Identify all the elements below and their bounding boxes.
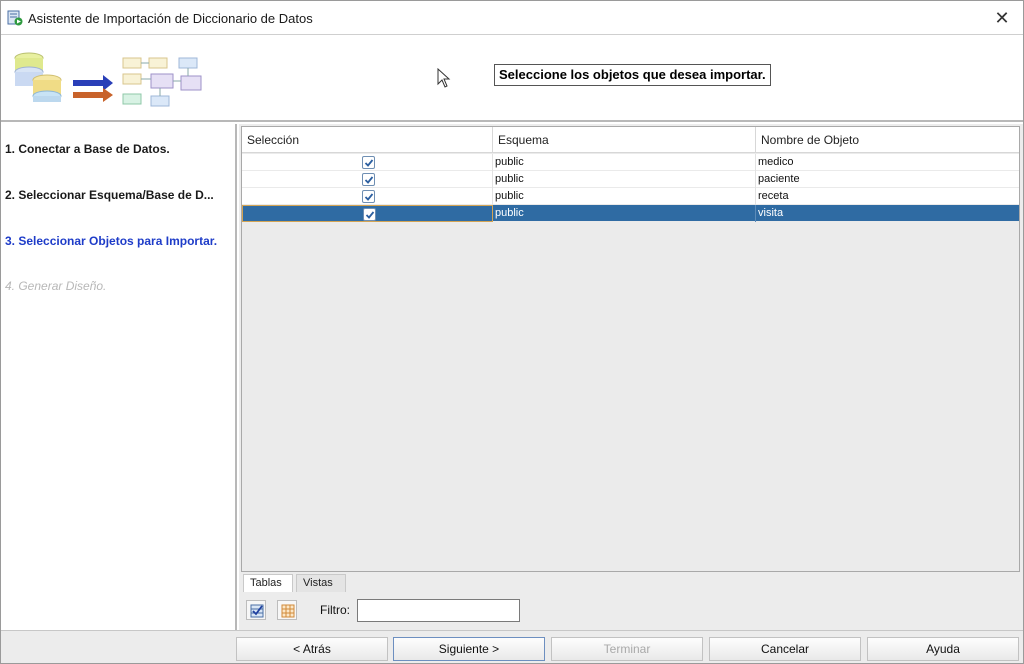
object-name-cell: visita [758,207,784,219]
deselect-all-button[interactable] [277,600,297,620]
cursor-icon [437,68,451,88]
next-button[interactable]: Siguiente > [393,637,545,661]
title-bar: Asistente de Importación de Diccionario … [1,1,1023,35]
button-bar: < Atrás Siguiente > Terminar Cancelar Ay… [1,630,1023,663]
selection-cell [242,171,493,188]
selection-cell [242,188,493,205]
schema-cell: public [493,188,756,205]
main-panel: Selección Esquema Nombre de Objeto publi… [239,124,1023,630]
finish-button[interactable]: Terminar [551,637,703,661]
step-select-objects: 3. Seleccionar Objetos para Importar. [5,234,218,248]
object-name-cell: medico [758,156,794,168]
object-name-cell: receta [758,190,789,202]
steps-panel: 1. Conectar a Base de Datos. 2. Seleccio… [1,124,237,630]
row-checkbox[interactable] [362,173,375,186]
back-button[interactable]: < Atrás [236,637,388,661]
objects-table: Selección Esquema Nombre de Objeto publi… [241,126,1020,572]
close-icon[interactable]: ✕ [991,7,1013,29]
object-type-tabs: Tablas Vistas [241,574,1020,592]
step-connect: 1. Conectar a Base de Datos. [5,142,170,156]
column-header-schema[interactable]: Esquema [493,127,756,153]
table-row-selected[interactable]: public visita [242,205,1019,222]
table-row[interactable]: public receta [242,188,1019,205]
schema-cell: public [493,154,756,171]
filter-label: Filtro: [320,603,350,617]
row-checkbox[interactable] [362,156,375,169]
select-all-icon [250,604,264,618]
select-all-button[interactable] [246,600,266,620]
selection-cell [242,154,493,171]
header-banner: Seleccione los objetos que desea importa… [1,36,1023,122]
window-title: Asistente de Importación de Diccionario … [28,11,313,26]
tab-vistas[interactable]: Vistas [296,574,346,592]
app-wizard-icon [7,10,23,26]
filter-input[interactable] [357,599,520,622]
cancel-button[interactable]: Cancelar [709,637,861,661]
row-checkbox[interactable] [362,190,375,203]
help-button[interactable]: Ayuda [867,637,1019,661]
selection-cell [242,205,493,222]
step-generate-design: 4. Generar Diseño. [5,279,107,293]
import-illustration [14,52,202,107]
tab-tablas[interactable]: Tablas [243,574,293,592]
column-header-object-name[interactable]: Nombre de Objeto [756,127,1019,153]
schema-cell: public [493,171,756,188]
instruction-text: Seleccione los objetos que desea importa… [494,64,771,86]
schema-cell: public [493,205,756,222]
column-header-selection[interactable]: Selección [242,127,493,153]
table-row[interactable]: public paciente [242,171,1019,188]
row-checkbox[interactable] [363,208,376,221]
deselect-all-icon [281,604,295,618]
table-header: Selección Esquema Nombre de Objeto [242,127,1019,153]
filter-toolbar: Filtro: [241,594,1020,626]
wizard-window: Asistente de Importación de Diccionario … [0,0,1024,664]
step-select-schema: 2. Seleccionar Esquema/Base de D... [5,188,214,202]
table-row[interactable]: public medico [242,154,1019,171]
object-name-cell: paciente [758,173,800,185]
